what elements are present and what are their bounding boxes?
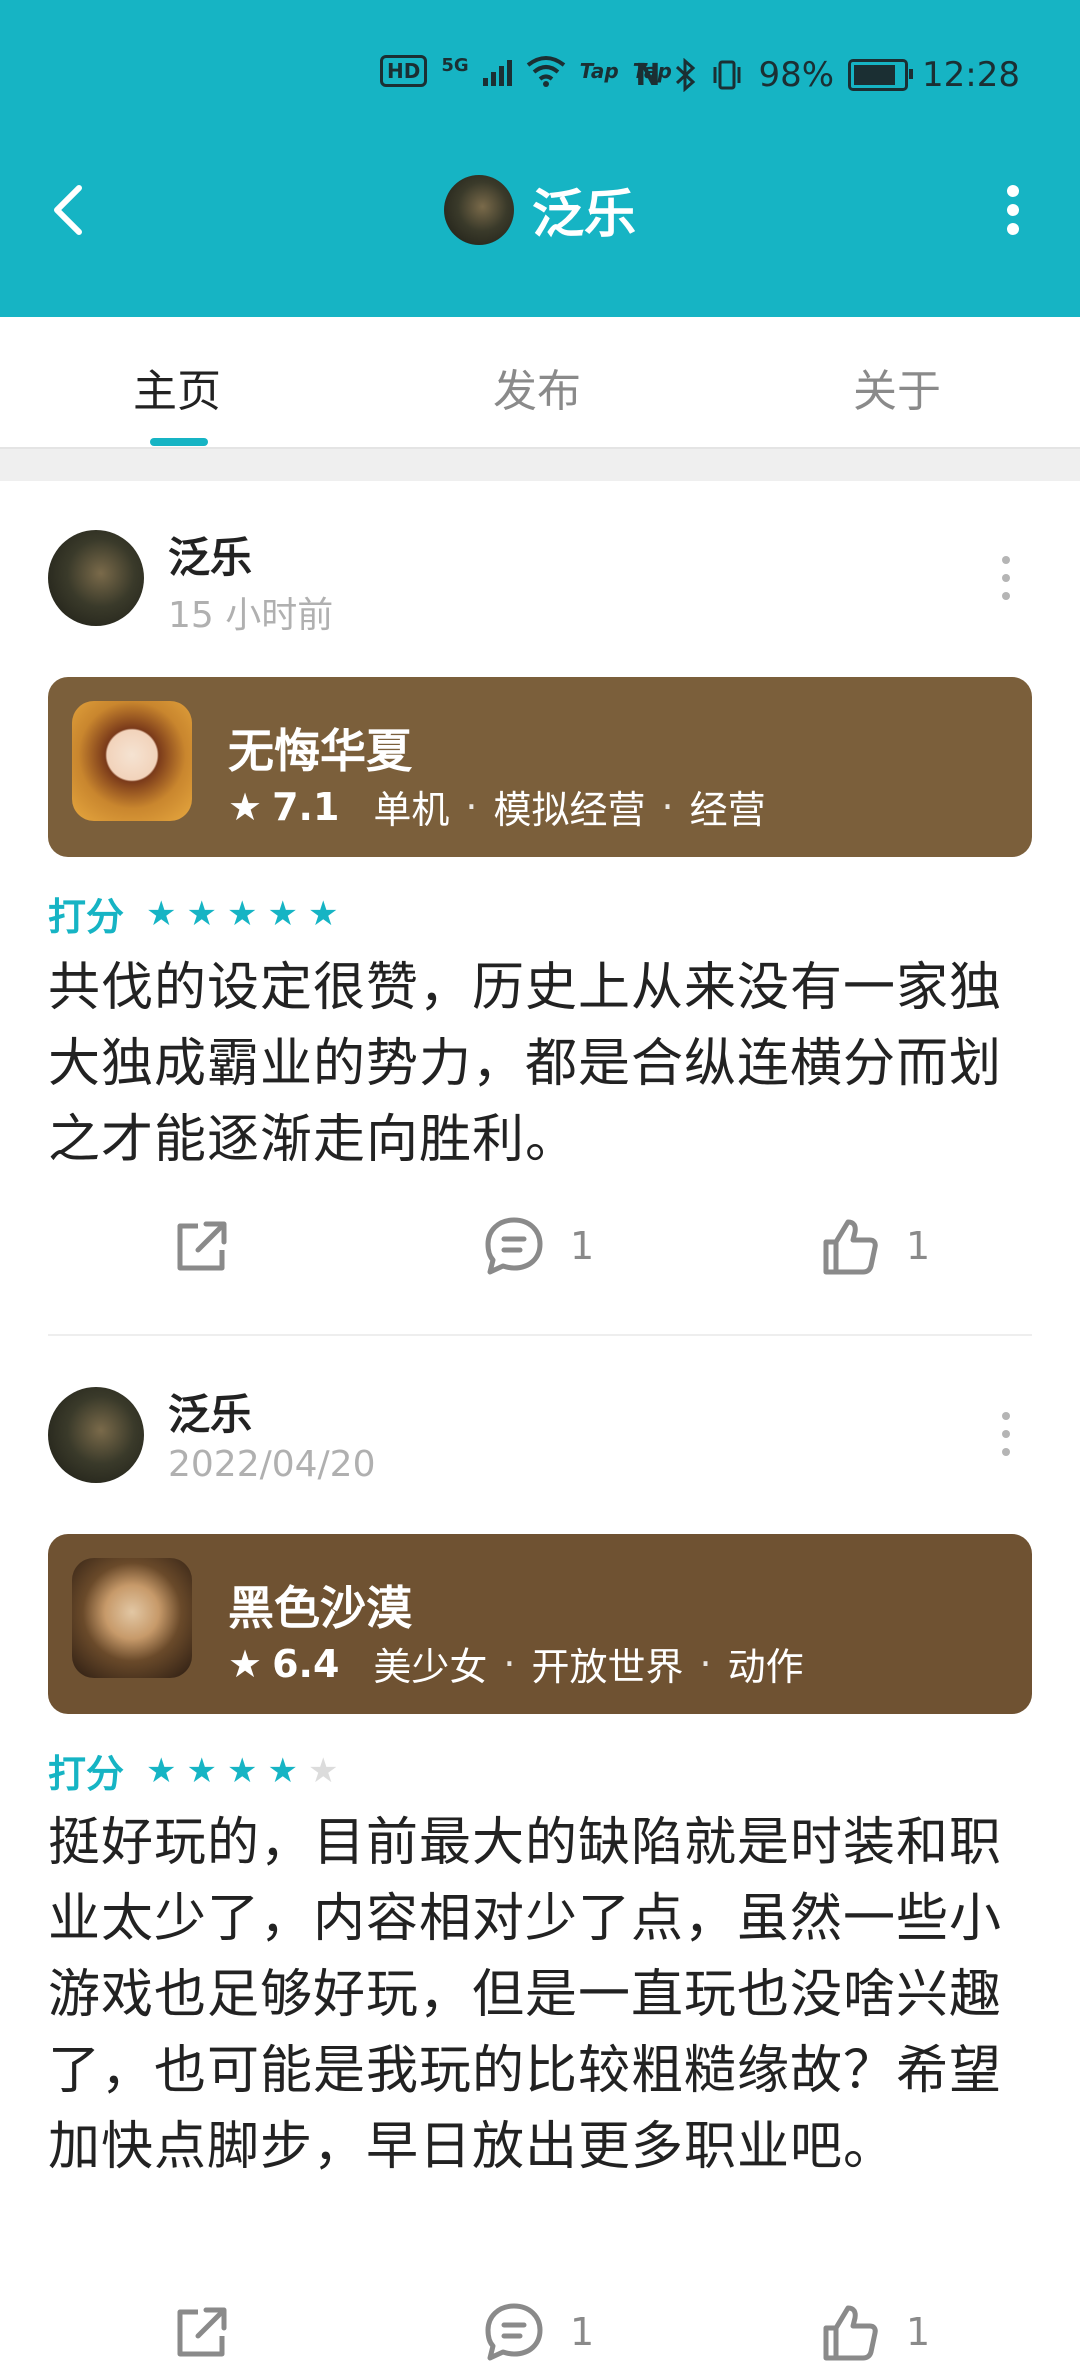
like-count: 1 [906, 1224, 931, 1268]
game-tag: 动作 [727, 1645, 804, 1689]
star-empty-icon: ★ [307, 1750, 339, 1791]
tab-indicator [150, 438, 208, 446]
vibrate-icon [710, 59, 744, 91]
comment-count: 1 [570, 1224, 595, 1268]
taptap-notification-icon: Tap [579, 59, 619, 83]
post-author[interactable]: 泛乐 [168, 524, 252, 585]
star-icon: ★ [228, 1641, 263, 1686]
tab-posts[interactable]: 发布 [493, 355, 581, 419]
battery-percent: 98% [758, 55, 835, 95]
rating-label: 打分 [48, 895, 125, 939]
game-title: 黑色沙漠 [228, 1581, 412, 1635]
tab-about[interactable]: 关于 [853, 355, 941, 419]
share-icon [177, 1221, 227, 1271]
star-icon: ★ [186, 1750, 217, 1791]
thumbs-up-icon [823, 1219, 878, 1275]
comment-icon [485, 1217, 543, 1275]
app-header: HD 5G Tap Tap N 98% 12:28 泛乐 [0, 0, 1080, 317]
section-divider [0, 447, 1080, 481]
hd-badge: HD [380, 55, 428, 87]
review-text[interactable]: 共伐的设定很赞，历史上从来没有一家独大独成霸业的势力，都是合纵连横分而划之才能逐… [48, 950, 1038, 1178]
share-icon [177, 2307, 227, 2357]
more-button[interactable] [1006, 185, 1020, 235]
share-button[interactable] [170, 1214, 234, 1278]
review-text[interactable]: 挺好玩的，目前最大的缺陷就是时装和职业太少了，内容相对少了点，虽然一些小游戏也足… [48, 1805, 1038, 2185]
more-vertical-icon [1002, 556, 1010, 564]
game-card[interactable]: 无悔华夏 ★ 7.1 单机 · 模拟经营 · 经营 [48, 677, 1032, 857]
post-actions: 1 1 [0, 1214, 1080, 1294]
comment-count: 1 [570, 2310, 595, 2354]
bluetooth-icon [674, 58, 696, 92]
game-tag: 开放世界 [531, 1645, 684, 1689]
game-tag: 单机 [373, 788, 450, 832]
wifi-icon [526, 55, 566, 87]
nfc-icon: N [635, 57, 661, 93]
profile-tabs: 主页 发布 关于 [0, 317, 1080, 447]
game-meta: ★ 7.1 单机 · 模拟经营 · 经营 [228, 779, 766, 834]
game-tag: 美少女 [373, 1645, 488, 1689]
star-icon: ★ [146, 1750, 177, 1791]
post-time: 2022/04/20 [168, 1444, 376, 1485]
comment-button[interactable]: 1 [482, 2300, 594, 2364]
game-card[interactable]: 黑色沙漠 ★ 6.4 美少女 · 开放世界 · 动作 [48, 1534, 1032, 1714]
post-time: 15 小时前 [168, 595, 334, 636]
post-divider [48, 1334, 1032, 1336]
thumbs-up-icon [823, 2305, 878, 2361]
game-tag: 模拟经营 [493, 788, 646, 832]
star-icon: ★ [226, 893, 258, 934]
star-icon: ★ [226, 1750, 258, 1791]
star-icon: ★ [146, 893, 177, 934]
rating-row: 打分 ★ ★ ★ ★ ★ [48, 1743, 338, 1798]
post-author[interactable]: 泛乐 [168, 1381, 252, 1442]
avatar[interactable] [443, 174, 514, 245]
post-more-button[interactable] [1002, 1412, 1012, 1456]
network-type: 5G [441, 55, 469, 76]
like-button[interactable]: 1 [818, 1214, 930, 1278]
star-icon: ★ [228, 784, 263, 829]
like-count: 1 [906, 2310, 931, 2354]
page-title: 泛乐 [531, 185, 636, 245]
clock: 12:28 [922, 55, 1020, 95]
star-icon: ★ [186, 893, 217, 934]
rating-row: 打分 ★ ★ ★ ★ ★ [48, 886, 338, 941]
star-icon: ★ [267, 893, 298, 934]
game-meta: ★ 6.4 美少女 · 开放世界 · 动作 [228, 1636, 804, 1691]
post-more-button[interactable] [1002, 556, 1012, 600]
comment-button[interactable]: 1 [482, 1214, 594, 1278]
avatar[interactable] [48, 530, 144, 626]
game-tag: 经营 [689, 788, 766, 832]
more-vertical-icon [1002, 1412, 1010, 1420]
profile-title: 泛乐 [0, 172, 1080, 247]
star-icon: ★ [307, 893, 339, 934]
tab-home[interactable]: 主页 [133, 355, 221, 419]
comment-icon [485, 2303, 543, 2361]
rating-label: 打分 [48, 1752, 125, 1796]
signal-icon [482, 56, 512, 86]
game-score: 6.4 [272, 1641, 340, 1686]
like-button[interactable]: 1 [818, 2300, 930, 2364]
more-vertical-icon [1007, 185, 1019, 197]
avatar[interactable] [48, 1387, 144, 1483]
share-button[interactable] [170, 2300, 234, 2364]
battery-icon [848, 59, 914, 91]
post-actions: 1 1 [0, 2300, 1080, 2380]
game-icon [72, 701, 192, 821]
game-title: 无悔华夏 [228, 724, 412, 778]
game-icon [72, 1558, 192, 1678]
star-icon: ★ [267, 1750, 298, 1791]
status-bar: HD 5G Tap Tap N 98% 12:28 [0, 55, 1080, 105]
game-score: 7.1 [272, 784, 340, 829]
